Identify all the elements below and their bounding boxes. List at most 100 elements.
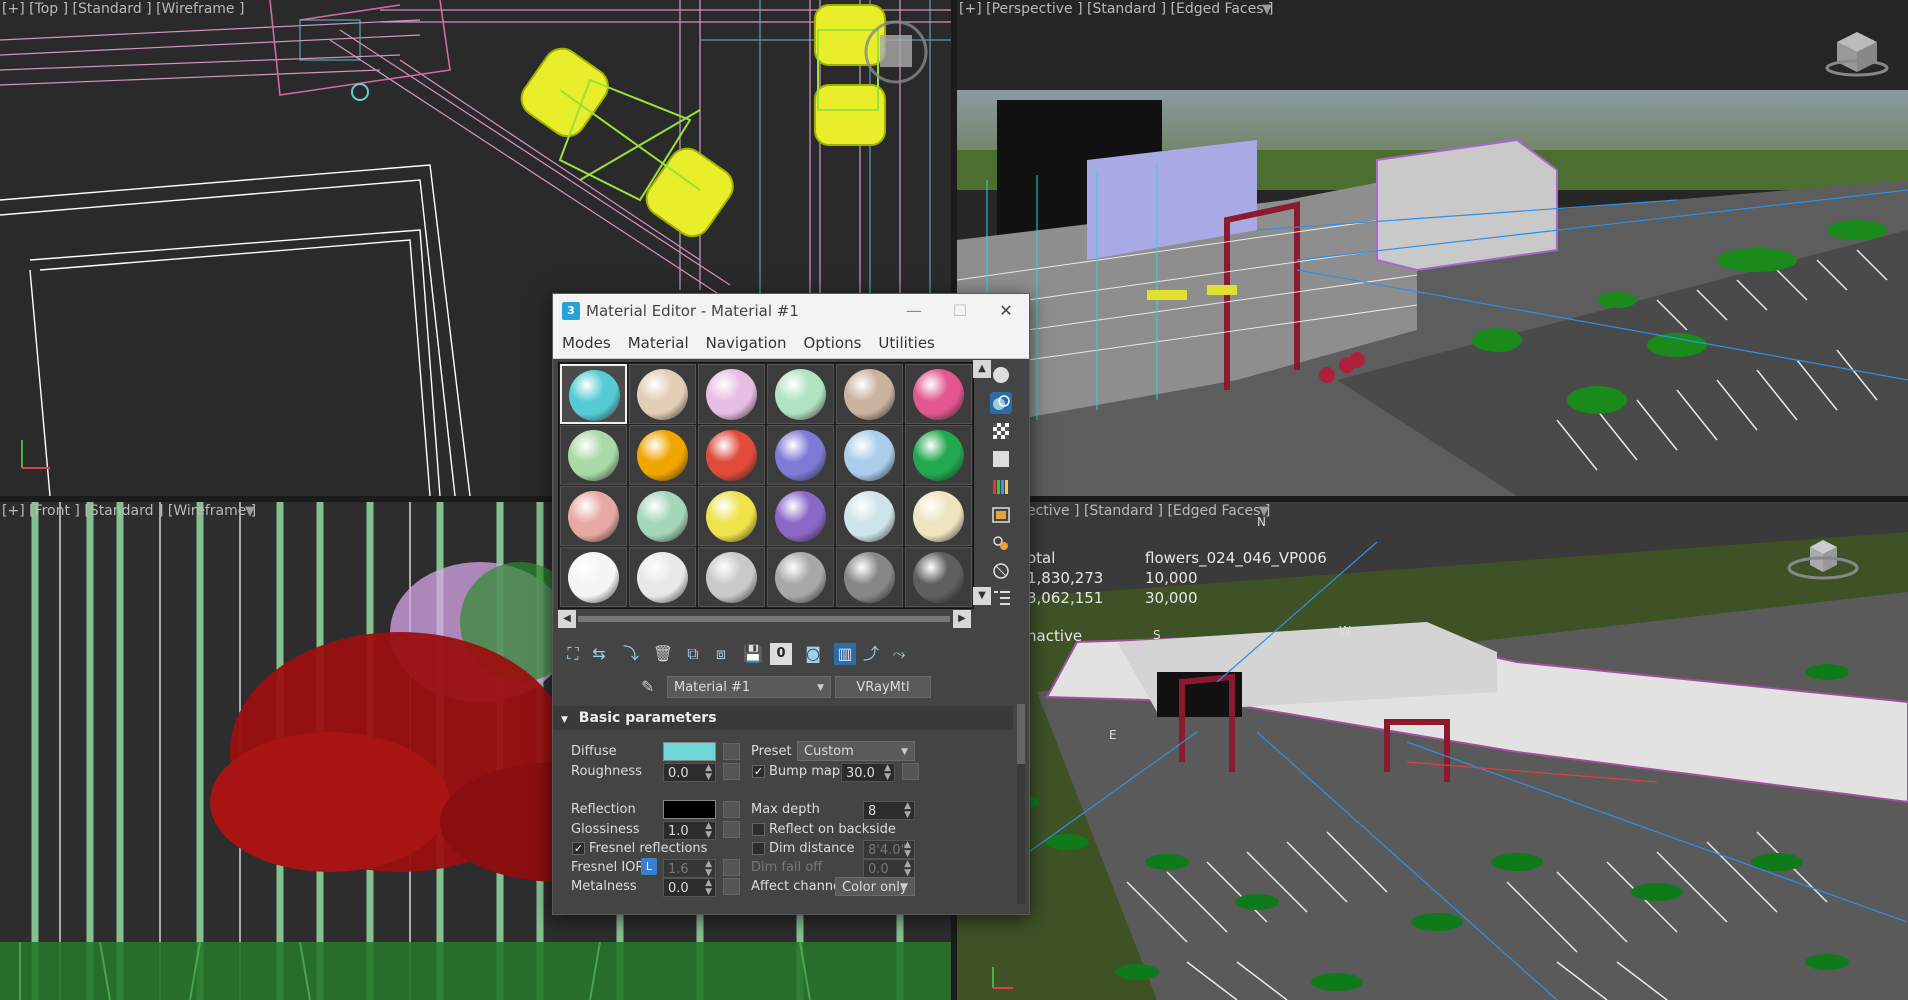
material-slot[interactable] — [836, 486, 903, 546]
rollout-header[interactable]: ▼ Basic parameters — [553, 706, 1013, 730]
filter-icon[interactable]: ▼ — [1259, 504, 1269, 519]
glossiness-map-button[interactable] — [723, 821, 740, 838]
show-shaded-material-icon[interactable]: ◙ — [802, 643, 824, 665]
filter-icon[interactable]: ▼ — [245, 504, 255, 519]
fresnel-ior-spinner[interactable]: 1.6 ▲ ▼ — [663, 859, 716, 878]
get-material-icon[interactable]: ⛶ — [562, 643, 584, 665]
material-slot[interactable] — [905, 486, 972, 546]
metalness-spinner[interactable]: 0.0 ▲ ▼ — [663, 878, 716, 897]
material-slot[interactable] — [629, 486, 696, 546]
material-slot[interactable] — [560, 364, 627, 424]
material-slot[interactable] — [836, 547, 903, 607]
viewport-perspective-2[interactable]: ective ] [Standard ] [Edged Faces ] ▼ N … — [957, 502, 1908, 1000]
rollout-scrollbar[interactable] — [1017, 704, 1025, 904]
options-icon[interactable] — [990, 532, 1012, 554]
viewport-label-perspective[interactable]: [+] [Perspective ] [Standard ] [Edged Fa… — [959, 1, 1273, 17]
make-preview-icon[interactable] — [990, 504, 1012, 526]
go-to-parent-icon[interactable]: ⤴ — [860, 643, 882, 665]
reflection-color-swatch[interactable] — [663, 800, 716, 819]
material-slot[interactable] — [560, 425, 627, 485]
glossiness-spinner[interactable]: 1.0 ▲ ▼ — [663, 821, 716, 840]
material-slot[interactable] — [698, 425, 765, 485]
material-slot[interactable] — [698, 547, 765, 607]
material-editor-window[interactable]: 3 Material Editor - Material #1 — ☐ ✕ Mo… — [552, 293, 1030, 915]
put-material-to-scene-icon[interactable]: ⇆ — [588, 643, 610, 665]
menu-modes[interactable]: Modes — [562, 334, 611, 352]
menu-utilities[interactable]: Utilities — [878, 334, 934, 352]
make-material-copy-icon[interactable]: ⧉ — [682, 643, 704, 665]
max-depth-spinner[interactable]: 8 ▲ ▼ — [863, 801, 915, 820]
diffuse-color-swatch[interactable] — [663, 742, 716, 761]
filter-icon[interactable]: ▼ — [1262, 2, 1272, 17]
put-to-library-icon[interactable]: 💾 — [742, 643, 764, 665]
bump-map-checkbox[interactable]: ✓ — [752, 765, 765, 778]
metalness-map-button[interactable] — [723, 878, 740, 895]
bump-map-spinner[interactable]: 30.0 ▲ ▼ — [841, 763, 895, 782]
material-slot[interactable] — [629, 547, 696, 607]
maximize-button[interactable]: ☐ — [937, 294, 983, 328]
material-slot[interactable] — [629, 425, 696, 485]
material-editor-titlebar[interactable]: 3 Material Editor - Material #1 — ☐ ✕ — [553, 294, 1029, 328]
background-checker-icon[interactable] — [990, 420, 1012, 442]
sample-type-sphere-icon[interactable] — [990, 364, 1012, 386]
fresnel-reflections-checkbox[interactable]: ✓ — [572, 842, 585, 855]
preset-dropdown[interactable]: Custom ▼ — [797, 741, 915, 761]
video-color-check-icon[interactable] — [990, 476, 1012, 498]
viewport-label-front[interactable]: [+] [Front ] [Standard ] [Wireframe ] — [2, 503, 256, 519]
assign-material-to-selection-icon[interactable]: ⤵ — [620, 643, 642, 665]
material-slot[interactable] — [698, 364, 765, 424]
roughness-map-button[interactable] — [723, 763, 740, 780]
slots-scroll-left[interactable]: ◀ — [558, 610, 576, 628]
material-type-button[interactable]: VRayMtl — [835, 676, 931, 698]
show-end-result-icon[interactable]: ▥ — [834, 643, 856, 665]
reset-map-icon[interactable]: 🗑 — [652, 643, 674, 665]
roughness-spinner[interactable]: 0.0 ▲ ▼ — [663, 763, 716, 782]
rollout-scrollbar-thumb[interactable] — [1017, 704, 1025, 764]
material-name-row: ✎ Material #1 ▼ VRayMtl — [553, 672, 1029, 704]
material-slot[interactable] — [767, 425, 834, 485]
pick-material-eyedropper-icon[interactable]: ✎ — [641, 677, 654, 696]
bump-map-button[interactable] — [902, 763, 919, 780]
material-slot[interactable] — [905, 364, 972, 424]
dim-distance-checkbox[interactable] — [752, 842, 765, 855]
fresnel-ior-lock-button[interactable]: L — [641, 858, 657, 875]
material-slot[interactable] — [560, 486, 627, 546]
viewport-perspective[interactable]: [+] [Perspective ] [Standard ] [Edged Fa… — [957, 0, 1908, 496]
material-slot[interactable] — [767, 486, 834, 546]
minimize-button[interactable]: — — [891, 294, 937, 328]
glossiness-label: Glossiness — [571, 822, 640, 837]
menu-options[interactable]: Options — [804, 334, 862, 352]
go-forward-to-sibling-icon[interactable]: ⤳ — [888, 643, 910, 665]
backlight-icon[interactable] — [990, 392, 1012, 414]
dim-falloff-spinner[interactable]: 0.0 ▲ ▼ — [863, 859, 915, 878]
menu-material[interactable]: Material — [628, 334, 689, 352]
dim-distance-spinner[interactable]: 8'4.0" ▲ ▼ — [863, 840, 915, 859]
menu-navigation[interactable]: Navigation — [706, 334, 787, 352]
reflection-map-button[interactable] — [723, 801, 740, 818]
diffuse-map-button[interactable] — [723, 743, 740, 760]
material-slot[interactable] — [629, 364, 696, 424]
material-slot[interactable] — [836, 364, 903, 424]
close-button[interactable]: ✕ — [983, 294, 1029, 328]
material-slot[interactable] — [560, 547, 627, 607]
viewport-label-perspective-2[interactable]: ective ] [Standard ] [Edged Faces ] — [1027, 503, 1270, 519]
sample-uv-tiling-icon[interactable] — [990, 448, 1012, 470]
scene-stats-inactive: nactive — [1027, 627, 1083, 645]
select-by-material-icon[interactable] — [990, 560, 1012, 582]
material-slot[interactable] — [836, 425, 903, 485]
material-slot[interactable] — [767, 364, 834, 424]
slots-scroll-right[interactable]: ▶ — [953, 610, 971, 628]
make-unique-icon[interactable]: ⧈ — [710, 643, 732, 665]
reflect-on-backside-checkbox[interactable] — [752, 823, 765, 836]
affect-channels-dropdown[interactable]: Color only ▼ — [835, 877, 915, 896]
slots-scrollbar[interactable] — [578, 616, 950, 622]
material-map-navigator-icon[interactable] — [990, 586, 1012, 608]
material-slot[interactable] — [905, 425, 972, 485]
material-slot[interactable] — [767, 547, 834, 607]
fresnel-ior-map-button[interactable] — [723, 859, 740, 876]
material-slot[interactable] — [905, 547, 972, 607]
material-id-channel-button[interactable]: 0 — [770, 643, 792, 665]
material-slot[interactable] — [698, 486, 765, 546]
viewport-label-top[interactable]: [+] [Top ] [Standard ] [Wireframe ] — [2, 1, 244, 17]
material-name-dropdown[interactable]: Material #1 ▼ — [667, 676, 831, 698]
